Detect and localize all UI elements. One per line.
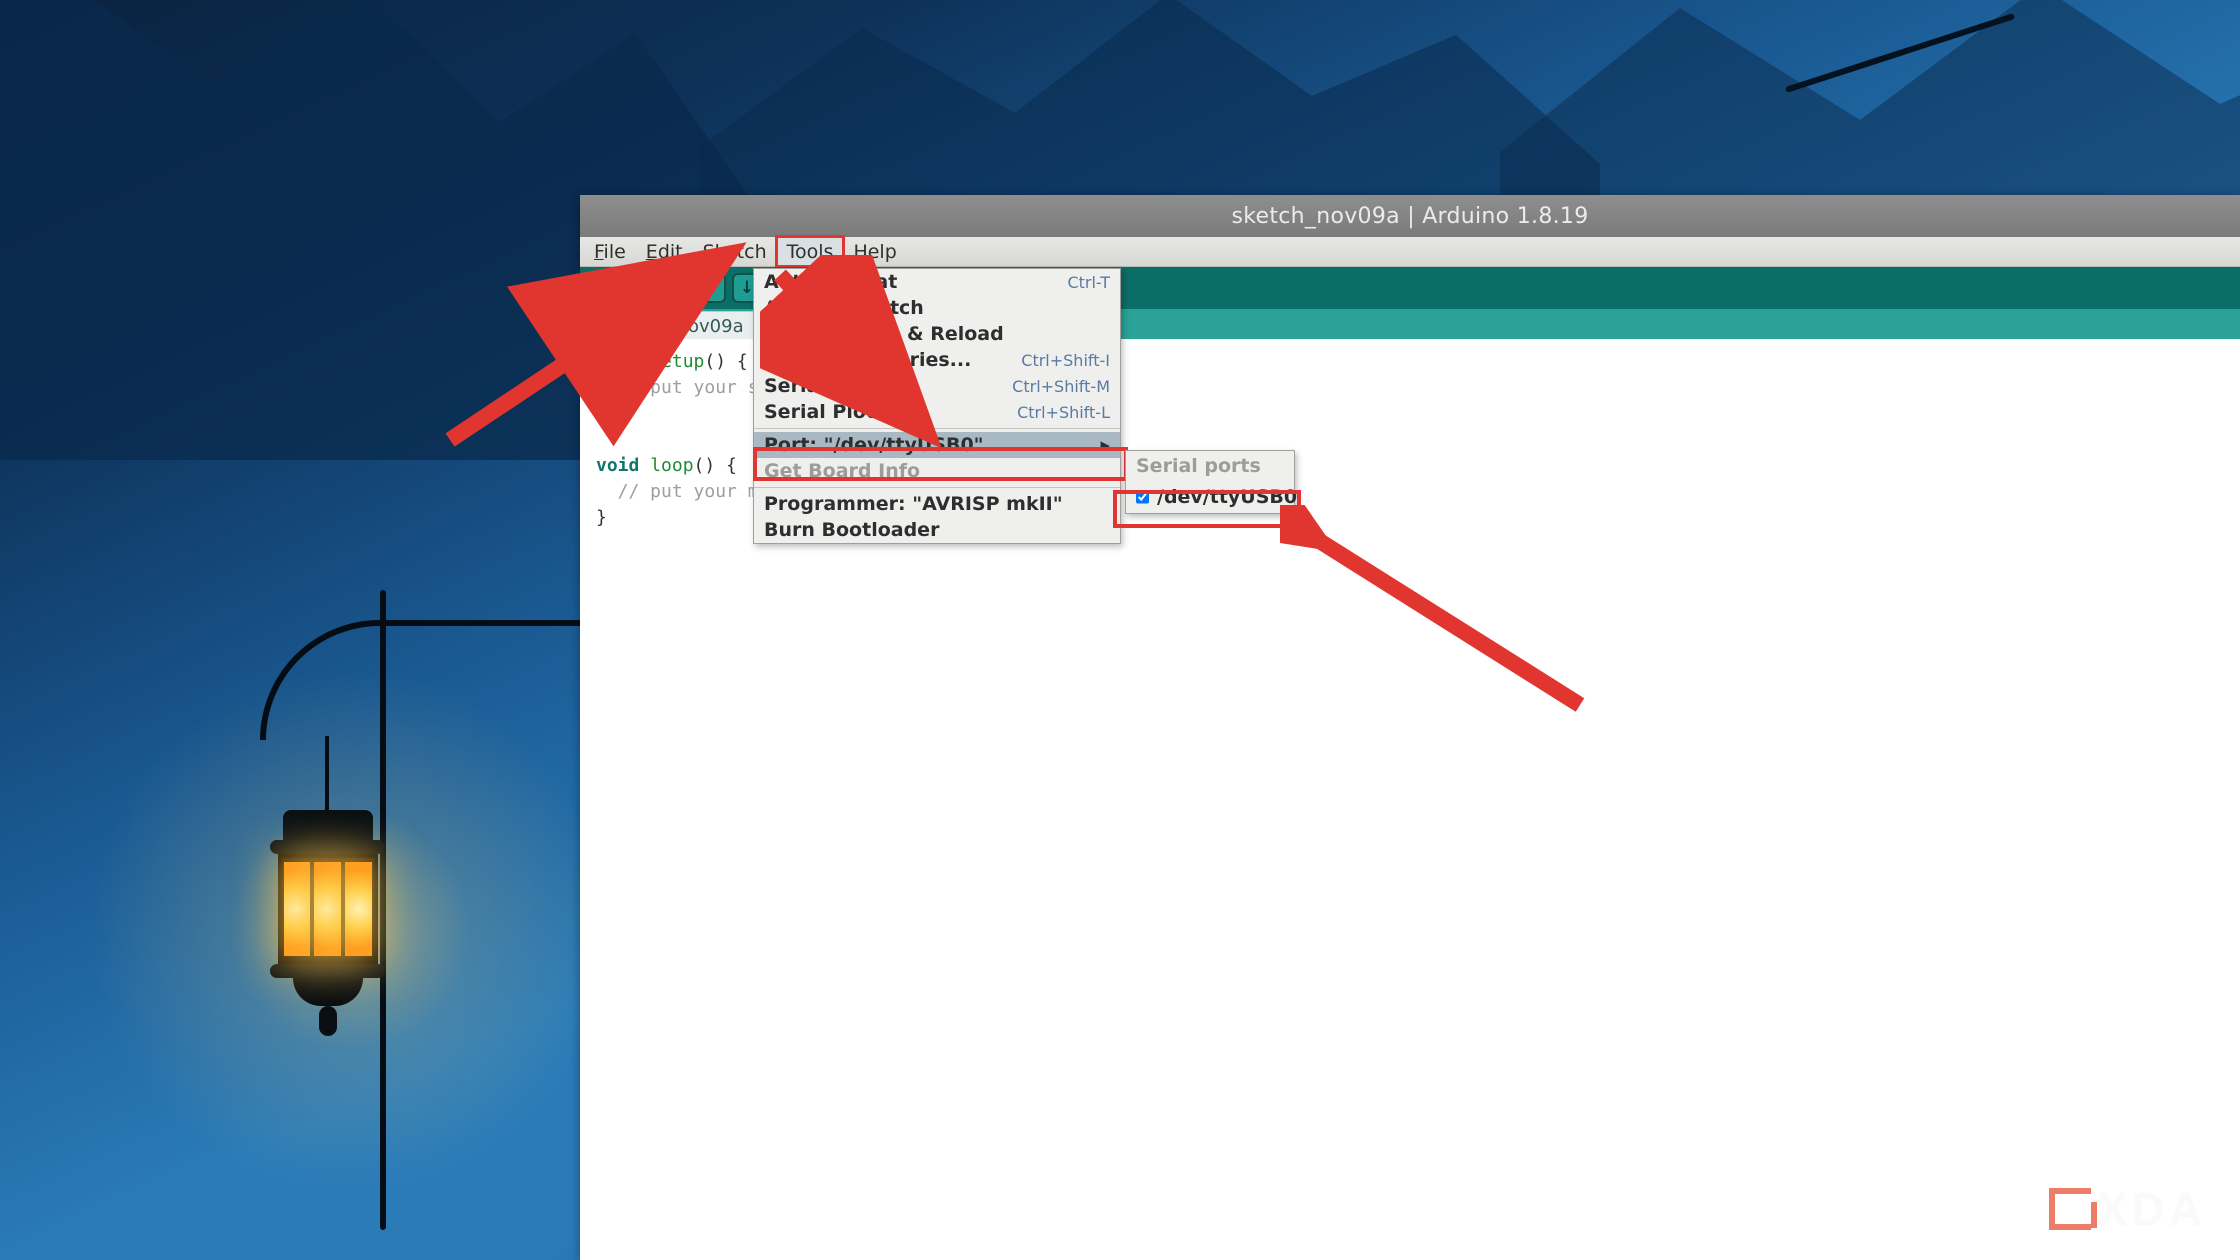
menu-edit[interactable]: Edit: [636, 237, 693, 266]
desktop-background: sketch_nov09a | Arduino 1.8.19 File Edit…: [0, 0, 2240, 1260]
menu-programmer[interactable]: Programmer: "AVRISP mkII": [754, 491, 1120, 517]
bg-lantern-wire: [325, 736, 329, 816]
menu-burn-bootloader[interactable]: Burn Bootloader: [754, 517, 1120, 543]
menu-tools[interactable]: Tools: [777, 237, 844, 266]
menu-serial-plotter[interactable]: Serial Plotter Ctrl+Shift-L: [754, 399, 1120, 425]
menu-fix-encoding[interactable]: Fix Encoding & Reload: [754, 321, 1120, 347]
upload-button[interactable]: →: [624, 273, 654, 303]
menu-file[interactable]: File: [584, 237, 636, 266]
port-submenu-header: Serial ports: [1126, 451, 1294, 481]
window-titlebar[interactable]: sketch_nov09a | Arduino 1.8.19: [580, 195, 2240, 237]
tools-dropdown: Auto Format Ctrl-T Archive Sketch Fix En…: [753, 268, 1121, 544]
arrow-down-icon: ↓: [740, 278, 754, 298]
menu-get-board-info[interactable]: Get Board Info: [754, 458, 1120, 484]
menu-auto-format[interactable]: Auto Format Ctrl-T: [754, 269, 1120, 295]
menu-sketch[interactable]: Sketch: [693, 237, 777, 266]
menu-manage-libraries[interactable]: Manage Libraries... Ctrl+Shift-I: [754, 347, 1120, 373]
open-button[interactable]: ↑: [696, 273, 726, 303]
window-title: sketch_nov09a | Arduino 1.8.19: [1231, 204, 1588, 229]
bg-lantern: [270, 810, 385, 1010]
port-checkbox[interactable]: [1136, 489, 1149, 505]
menu-separator: [754, 487, 1120, 488]
menubar: File Edit Sketch Tools Help: [580, 237, 2240, 267]
arrow-right-icon: →: [632, 278, 646, 298]
sketch-tab[interactable]: sketch_nov09a: [590, 311, 763, 339]
check-icon: ✓: [596, 278, 610, 298]
arrow-up-icon: ↑: [704, 278, 718, 298]
menu-serial-monitor[interactable]: Serial Monitor Ctrl+Shift-M: [754, 373, 1120, 399]
verify-button[interactable]: ✓: [588, 273, 618, 303]
file-icon: ▢: [667, 278, 683, 298]
port-submenu: Serial ports /dev/ttyUSB0: [1125, 450, 1295, 514]
menu-help[interactable]: Help: [843, 237, 906, 266]
menu-archive-sketch[interactable]: Archive Sketch: [754, 295, 1120, 321]
new-button[interactable]: ▢: [660, 273, 690, 303]
chevron-right-icon: ▸: [1100, 434, 1110, 456]
menu-separator: [754, 428, 1120, 429]
bg-lantern-arm: [260, 620, 620, 740]
port-option-ttyusb0[interactable]: /dev/ttyUSB0: [1126, 481, 1294, 513]
xda-watermark: XDA: [2049, 1182, 2206, 1236]
menu-port[interactable]: Port: "/dev/ttyUSB0" ▸: [754, 432, 1120, 458]
xda-logo-icon: [2049, 1188, 2091, 1230]
